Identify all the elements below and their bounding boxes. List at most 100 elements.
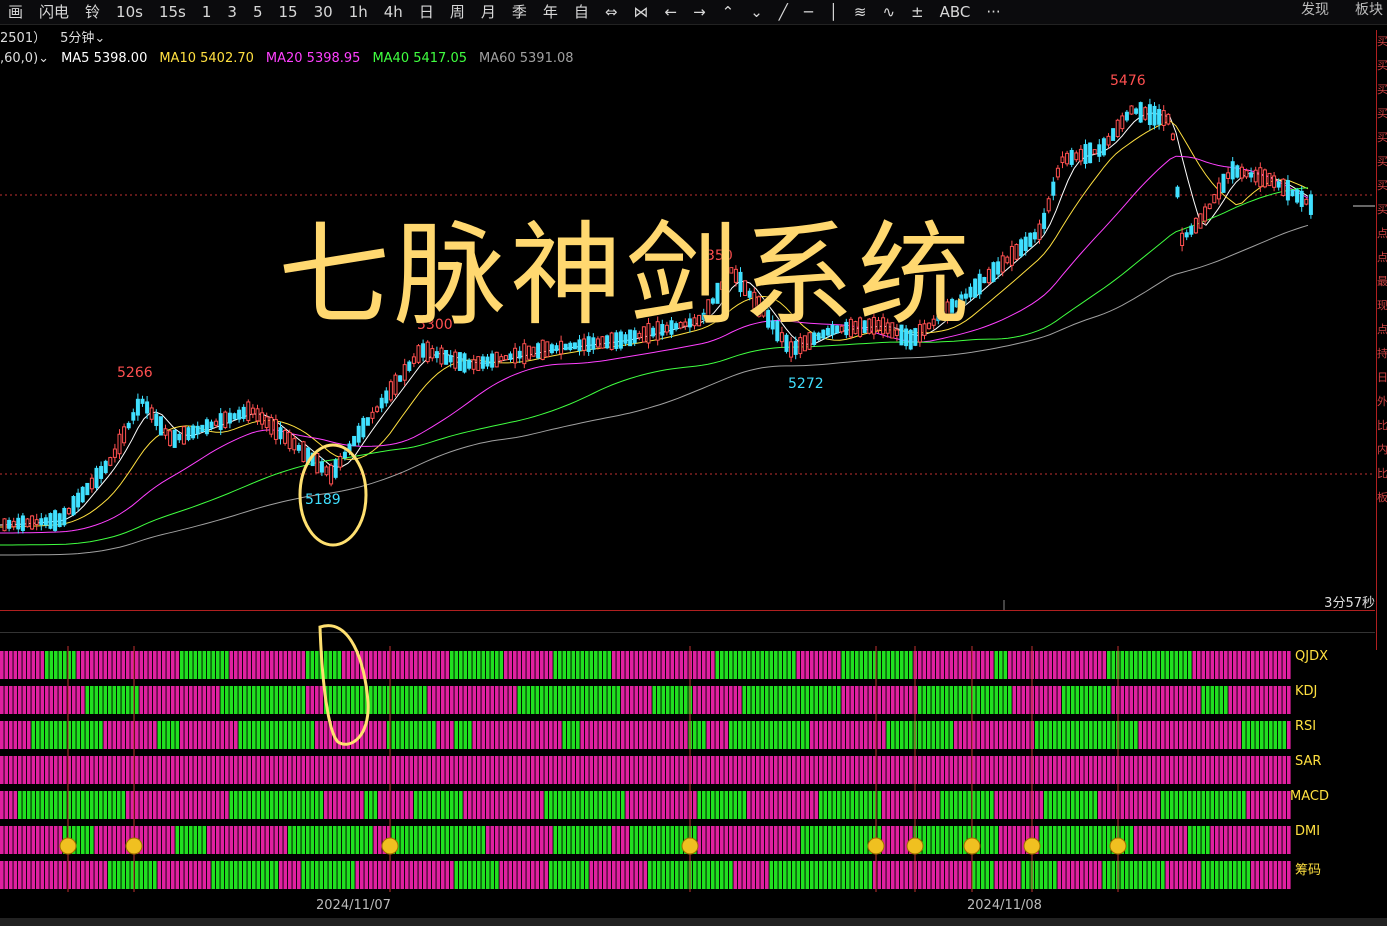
- indicator-bar: [1129, 826, 1134, 854]
- indicator-bar: [747, 721, 751, 749]
- indicator-bar: [954, 826, 958, 854]
- toolbar-item-17[interactable]: 自: [566, 0, 597, 24]
- indicator-bar: [270, 686, 274, 714]
- indicator-bar: [1192, 861, 1197, 889]
- indicator-bar: [355, 826, 360, 854]
- indicator-bar: [1098, 686, 1102, 714]
- toolbar-item-29[interactable]: ±: [903, 0, 932, 24]
- indicator-bar: [139, 791, 144, 819]
- right-side-panel[interactable]: 买买买买买买买买 点点最现点持日外比内比板: [1376, 30, 1387, 650]
- indicator-bar: [760, 791, 765, 819]
- toolbar-item-6[interactable]: 3: [219, 0, 245, 24]
- period-selector[interactable]: 5分钟⌄: [60, 27, 105, 47]
- toolbar-item-4[interactable]: 15s: [151, 0, 194, 24]
- indicator-bar: [850, 861, 855, 889]
- candle-body: [1230, 161, 1235, 180]
- toolbar-item-16[interactable]: 年: [535, 0, 566, 24]
- candle-body: [39, 518, 44, 526]
- indicator-bar: [940, 651, 945, 679]
- indicator-bar: [976, 756, 981, 784]
- indicator-bar: [301, 826, 306, 854]
- indicator-bar: [715, 756, 720, 784]
- toolbar-item-28[interactable]: ∿: [874, 0, 903, 24]
- toolbar-item-9[interactable]: 30: [306, 0, 341, 24]
- toolbar-item-0[interactable]: 画: [0, 0, 31, 24]
- toolbar-item-24[interactable]: ╱: [771, 0, 796, 24]
- toolbar-item-19[interactable]: ⋈: [625, 0, 656, 24]
- toolbar-item-3[interactable]: 10s: [108, 0, 151, 24]
- candle-body: [204, 419, 209, 435]
- indicator-bar: [805, 826, 810, 854]
- indicator-bar: [1287, 756, 1291, 784]
- ma-param[interactable]: ,60,0)⌄: [0, 51, 49, 69]
- toolbar-item-15[interactable]: 季: [504, 0, 535, 24]
- indicator-bar: [643, 826, 648, 854]
- indicator-bar: [126, 756, 130, 784]
- indicator-bar: [702, 721, 706, 749]
- indicator-bar: [504, 686, 508, 714]
- toolbar-item-12[interactable]: 日: [411, 0, 442, 24]
- indicator-bar: [814, 721, 819, 749]
- indicator-bar: [409, 651, 414, 679]
- toolbar-item-27[interactable]: ≋: [846, 0, 875, 24]
- indicator-panel[interactable]: [0, 646, 1375, 892]
- candle-body: [250, 407, 255, 415]
- indicator-bar: [0, 791, 4, 819]
- indicator-bar: [810, 721, 814, 749]
- discover-button[interactable]: 发现: [1301, 0, 1329, 24]
- indicator-bar: [891, 651, 895, 679]
- indicator-bar: [949, 826, 954, 854]
- toolbar-item-1[interactable]: 闪电: [31, 0, 77, 24]
- toolbar-item-7[interactable]: 5: [245, 0, 271, 24]
- indicator-bar: [823, 756, 828, 784]
- indicator-bar: [49, 791, 54, 819]
- indicator-bar: [778, 686, 783, 714]
- sector-button[interactable]: 板块: [1355, 0, 1383, 24]
- indicator-bar: [144, 651, 148, 679]
- indicator-bar: [783, 791, 787, 819]
- toolbar-item-14[interactable]: 月: [473, 0, 504, 24]
- toolbar-item-23[interactable]: ⌄: [742, 0, 771, 24]
- candle-body: [1262, 169, 1267, 188]
- indicator-bar: [256, 756, 261, 784]
- indicator-bar: [1179, 756, 1183, 784]
- indicator-bar: [891, 791, 895, 819]
- indicator-bar: [1071, 651, 1075, 679]
- indicator-bar: [22, 686, 27, 714]
- toolbar-item-10[interactable]: 1h: [341, 0, 376, 24]
- toolbar-item-22[interactable]: ⌃: [714, 0, 743, 24]
- indicator-bar: [985, 686, 990, 714]
- indicator-bar: [99, 861, 103, 889]
- toolbar-item-20[interactable]: ←: [656, 0, 685, 24]
- toolbar-item-5[interactable]: 1: [194, 0, 220, 24]
- toolbar-item-11[interactable]: 4h: [376, 0, 411, 24]
- toolbar-item-8[interactable]: 15: [271, 0, 306, 24]
- indicator-bar: [229, 791, 234, 819]
- bottom-scrollbar[interactable]: [0, 918, 1387, 926]
- toolbar-item-31[interactable]: ···: [978, 0, 1008, 24]
- toolbar-item-13[interactable]: 周: [442, 0, 473, 24]
- indicator-bar: [639, 651, 643, 679]
- toolbar-item-30[interactable]: ABC: [932, 0, 979, 24]
- indicator-bar: [967, 791, 972, 819]
- toolbar-item-26[interactable]: │: [821, 0, 846, 24]
- indicator-bar: [1035, 791, 1039, 819]
- indicator-bar: [864, 861, 868, 889]
- indicator-bar: [1269, 861, 1273, 889]
- indicator-bar: [697, 756, 702, 784]
- toolbar-item-18[interactable]: ⇔: [597, 0, 626, 24]
- indicator-bar: [1017, 791, 1021, 819]
- indicator-bar: [99, 826, 103, 854]
- indicator-bar: [621, 686, 625, 714]
- indicator-bar: [679, 686, 684, 714]
- indicator-bar: [702, 826, 706, 854]
- indicator-bar: [333, 861, 337, 889]
- indicator-bar: [720, 651, 724, 679]
- indicator-bar: [652, 791, 657, 819]
- indicator-bar: [855, 721, 859, 749]
- toolbar-item-21[interactable]: →: [685, 0, 714, 24]
- toolbar-item-25[interactable]: ─: [796, 0, 821, 24]
- toolbar-item-2[interactable]: 铃: [77, 0, 108, 24]
- indicator-bar: [1179, 651, 1183, 679]
- indicator-bar: [603, 756, 607, 784]
